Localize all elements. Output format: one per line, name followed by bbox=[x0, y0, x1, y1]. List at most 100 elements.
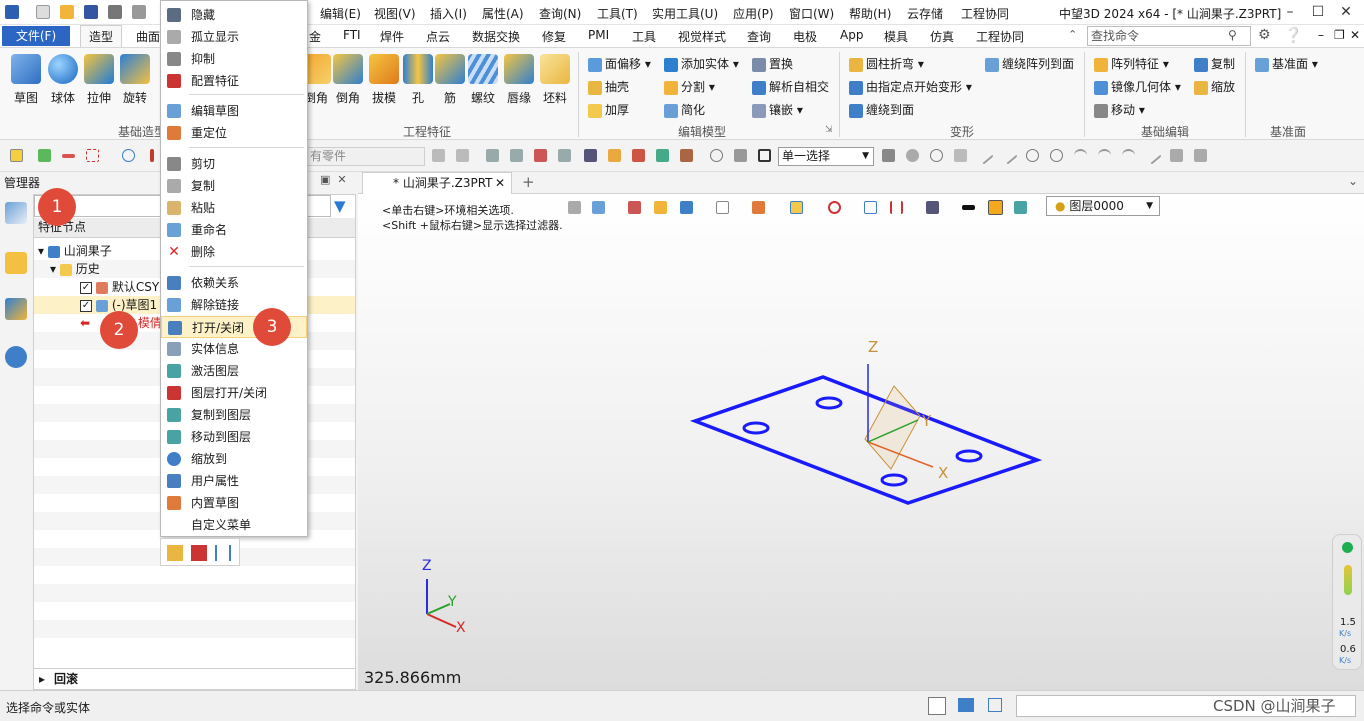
menu-item-paste[interactable]: 粘贴 bbox=[161, 197, 307, 219]
remove-icon[interactable] bbox=[62, 154, 75, 158]
tab-visual-style[interactable]: 视觉样式 bbox=[678, 28, 726, 45]
3d-viewport[interactable]: <单击右键>环境相关选项. <Shift +鼠标右键>显示选择过滤器. ● 图层… bbox=[358, 194, 1364, 690]
menu-item-user-attribute[interactable]: 用户属性 bbox=[161, 470, 307, 492]
filter-setting-icon[interactable] bbox=[432, 149, 445, 162]
chevron-down-icon[interactable]: ⌄ bbox=[1348, 174, 1358, 188]
circle-icon[interactable] bbox=[1026, 149, 1039, 162]
tab-repair[interactable]: 修复 bbox=[542, 28, 566, 45]
curve-icon-2[interactable] bbox=[1098, 149, 1111, 162]
menu-item-reposition[interactable]: 重定位 bbox=[161, 122, 307, 144]
add-body-button[interactable]: 添加实体 ▾ bbox=[664, 55, 739, 72]
snap-icon-4[interactable] bbox=[954, 149, 967, 162]
menu-apply[interactable]: 应用(P) bbox=[733, 5, 774, 22]
minimize-icon[interactable]: – bbox=[1276, 2, 1304, 22]
menu-edit[interactable]: 编辑(E) bbox=[320, 5, 361, 22]
inlay-button[interactable]: 镶嵌 ▾ bbox=[752, 101, 803, 118]
tab-modeling[interactable]: 造型 bbox=[80, 25, 123, 48]
tool-icon-1[interactable] bbox=[486, 149, 499, 162]
menu-tools[interactable]: 工具(T) bbox=[597, 5, 638, 22]
tab-collaboration[interactable]: 工程协同 bbox=[976, 28, 1024, 45]
assembly-tab-icon[interactable] bbox=[5, 252, 27, 274]
stock-button[interactable]: 坯料 bbox=[535, 54, 575, 106]
menu-item-edit-sketch[interactable]: 编辑草图 bbox=[161, 100, 307, 122]
doc-minimize-icon[interactable]: – bbox=[1318, 28, 1324, 42]
arc-icon[interactable] bbox=[1122, 149, 1135, 162]
menu-attribute[interactable]: 属性(A) bbox=[482, 5, 524, 22]
chevron-down-icon[interactable]: ▾ bbox=[50, 262, 56, 276]
panel-icon[interactable] bbox=[988, 698, 1002, 712]
gear-icon[interactable]: ⚙ bbox=[1258, 27, 1271, 43]
self-intersect-button[interactable]: 解析自相交 bbox=[752, 78, 829, 95]
print-icon[interactable] bbox=[108, 5, 122, 19]
tool-icon-2[interactable] bbox=[510, 149, 523, 162]
menu-collaboration[interactable]: 工程协同 bbox=[961, 5, 1009, 22]
split-button[interactable]: 分割 ▾ bbox=[664, 78, 715, 95]
checkbox-checked-icon[interactable]: ✓ bbox=[80, 299, 92, 312]
save-icon[interactable] bbox=[84, 5, 98, 19]
menu-item-delete[interactable]: ✕ 删除 bbox=[161, 241, 307, 263]
pick-icon[interactable] bbox=[10, 149, 23, 162]
menu-window[interactable]: 窗口(W) bbox=[789, 5, 834, 22]
polygon-select-icon[interactable] bbox=[122, 149, 135, 162]
tool-icon-11[interactable] bbox=[734, 149, 747, 162]
replace-button[interactable]: 置换 bbox=[752, 55, 793, 72]
datum-plane-button[interactable]: 基准面 ▾ bbox=[1255, 55, 1318, 72]
tab-pmi[interactable]: PMI bbox=[588, 28, 609, 42]
menu-item-embedded-sketch[interactable]: 内置草图 bbox=[161, 492, 307, 514]
move-button[interactable]: 移动 ▾ bbox=[1094, 101, 1145, 118]
sphere-button[interactable]: 球体 bbox=[43, 54, 83, 106]
wrap-to-face-button[interactable]: 缠绕到面 bbox=[849, 101, 914, 118]
menu-item-layer-toggle[interactable]: 图层打开/关闭 bbox=[161, 382, 307, 404]
menu-item-isolate[interactable]: 孤立显示 bbox=[161, 26, 307, 48]
monitor-icon[interactable] bbox=[958, 698, 974, 712]
menu-item-hide[interactable]: 隐藏 bbox=[161, 4, 307, 26]
mini-rollback-icon[interactable] bbox=[191, 545, 207, 561]
menu-item-dependency[interactable]: 依赖关系 bbox=[161, 272, 307, 294]
circle-icon-2[interactable] bbox=[1050, 149, 1063, 162]
extrude-button[interactable]: 拉伸 bbox=[79, 54, 119, 106]
line-icon[interactable] bbox=[975, 146, 994, 165]
close-tab-icon[interactable]: ✕ bbox=[495, 173, 505, 194]
tool-icon-3[interactable] bbox=[534, 149, 547, 162]
tool-icon-10[interactable] bbox=[710, 149, 723, 162]
line-icon-2[interactable] bbox=[999, 146, 1018, 165]
panel-buttons[interactable]: ▣ ✕ bbox=[320, 173, 347, 186]
menu-item-rename[interactable]: 重命名 bbox=[161, 219, 307, 241]
menu-item-move-to-layer[interactable]: 移动到图层 bbox=[161, 426, 307, 448]
menu-item-configure[interactable]: 配置特征 bbox=[161, 70, 307, 92]
menu-view[interactable]: 视图(V) bbox=[374, 5, 416, 22]
menu-query[interactable]: 查询(N) bbox=[539, 5, 581, 22]
funnel-filter-icon[interactable]: ▼ bbox=[334, 197, 346, 215]
tab-surface[interactable]: 曲面 bbox=[136, 28, 160, 45]
tool-icon-4[interactable] bbox=[558, 149, 571, 162]
shape-icon-1[interactable] bbox=[1170, 149, 1183, 162]
tab-mold[interactable]: 模具 bbox=[884, 28, 908, 45]
tab-sheet-metal[interactable]: 金 bbox=[309, 28, 321, 45]
thicken-button[interactable]: 加厚 bbox=[588, 101, 629, 118]
tab-weldment[interactable]: 焊件 bbox=[380, 28, 404, 45]
group-expand-icon[interactable]: ⇲ bbox=[825, 125, 833, 135]
menu-help[interactable]: 帮助(H) bbox=[849, 5, 891, 22]
shape-icon-2[interactable] bbox=[1194, 149, 1207, 162]
command-search-input[interactable]: 查找命令 bbox=[1087, 26, 1251, 46]
add-icon[interactable] bbox=[38, 149, 51, 162]
wrap-pattern-button[interactable]: 缠绕阵列到面 bbox=[985, 55, 1074, 72]
menu-cloud-storage[interactable]: 云存储 bbox=[907, 5, 943, 22]
thread-button[interactable]: 螺纹 bbox=[463, 54, 503, 106]
close-icon[interactable]: ✕ bbox=[1332, 2, 1360, 22]
maximize-icon[interactable]: ☐ bbox=[1304, 2, 1332, 22]
mirror-geometry-button[interactable]: 镜像几何体 ▾ bbox=[1094, 78, 1181, 95]
doc-close-icon[interactable]: ✕ bbox=[1350, 28, 1360, 42]
menu-item-copy[interactable]: 复制 bbox=[161, 175, 307, 197]
snap-icon-1[interactable] bbox=[882, 149, 895, 162]
snap-icon-3[interactable] bbox=[930, 149, 943, 162]
menu-insert[interactable]: 插入(I) bbox=[430, 5, 467, 22]
menu-item-copy-to-layer[interactable]: 复制到图层 bbox=[161, 404, 307, 426]
tool-icon-7[interactable] bbox=[632, 149, 645, 162]
tab-simulation[interactable]: 仿真 bbox=[930, 28, 954, 45]
print-preview-icon[interactable] bbox=[132, 5, 146, 19]
revolve-button[interactable]: 旋转 bbox=[115, 54, 155, 106]
copy-button[interactable]: 复制 bbox=[1194, 55, 1235, 72]
stop-icon[interactable] bbox=[758, 149, 771, 162]
file-menu-button[interactable]: 文件(F) bbox=[2, 26, 70, 46]
